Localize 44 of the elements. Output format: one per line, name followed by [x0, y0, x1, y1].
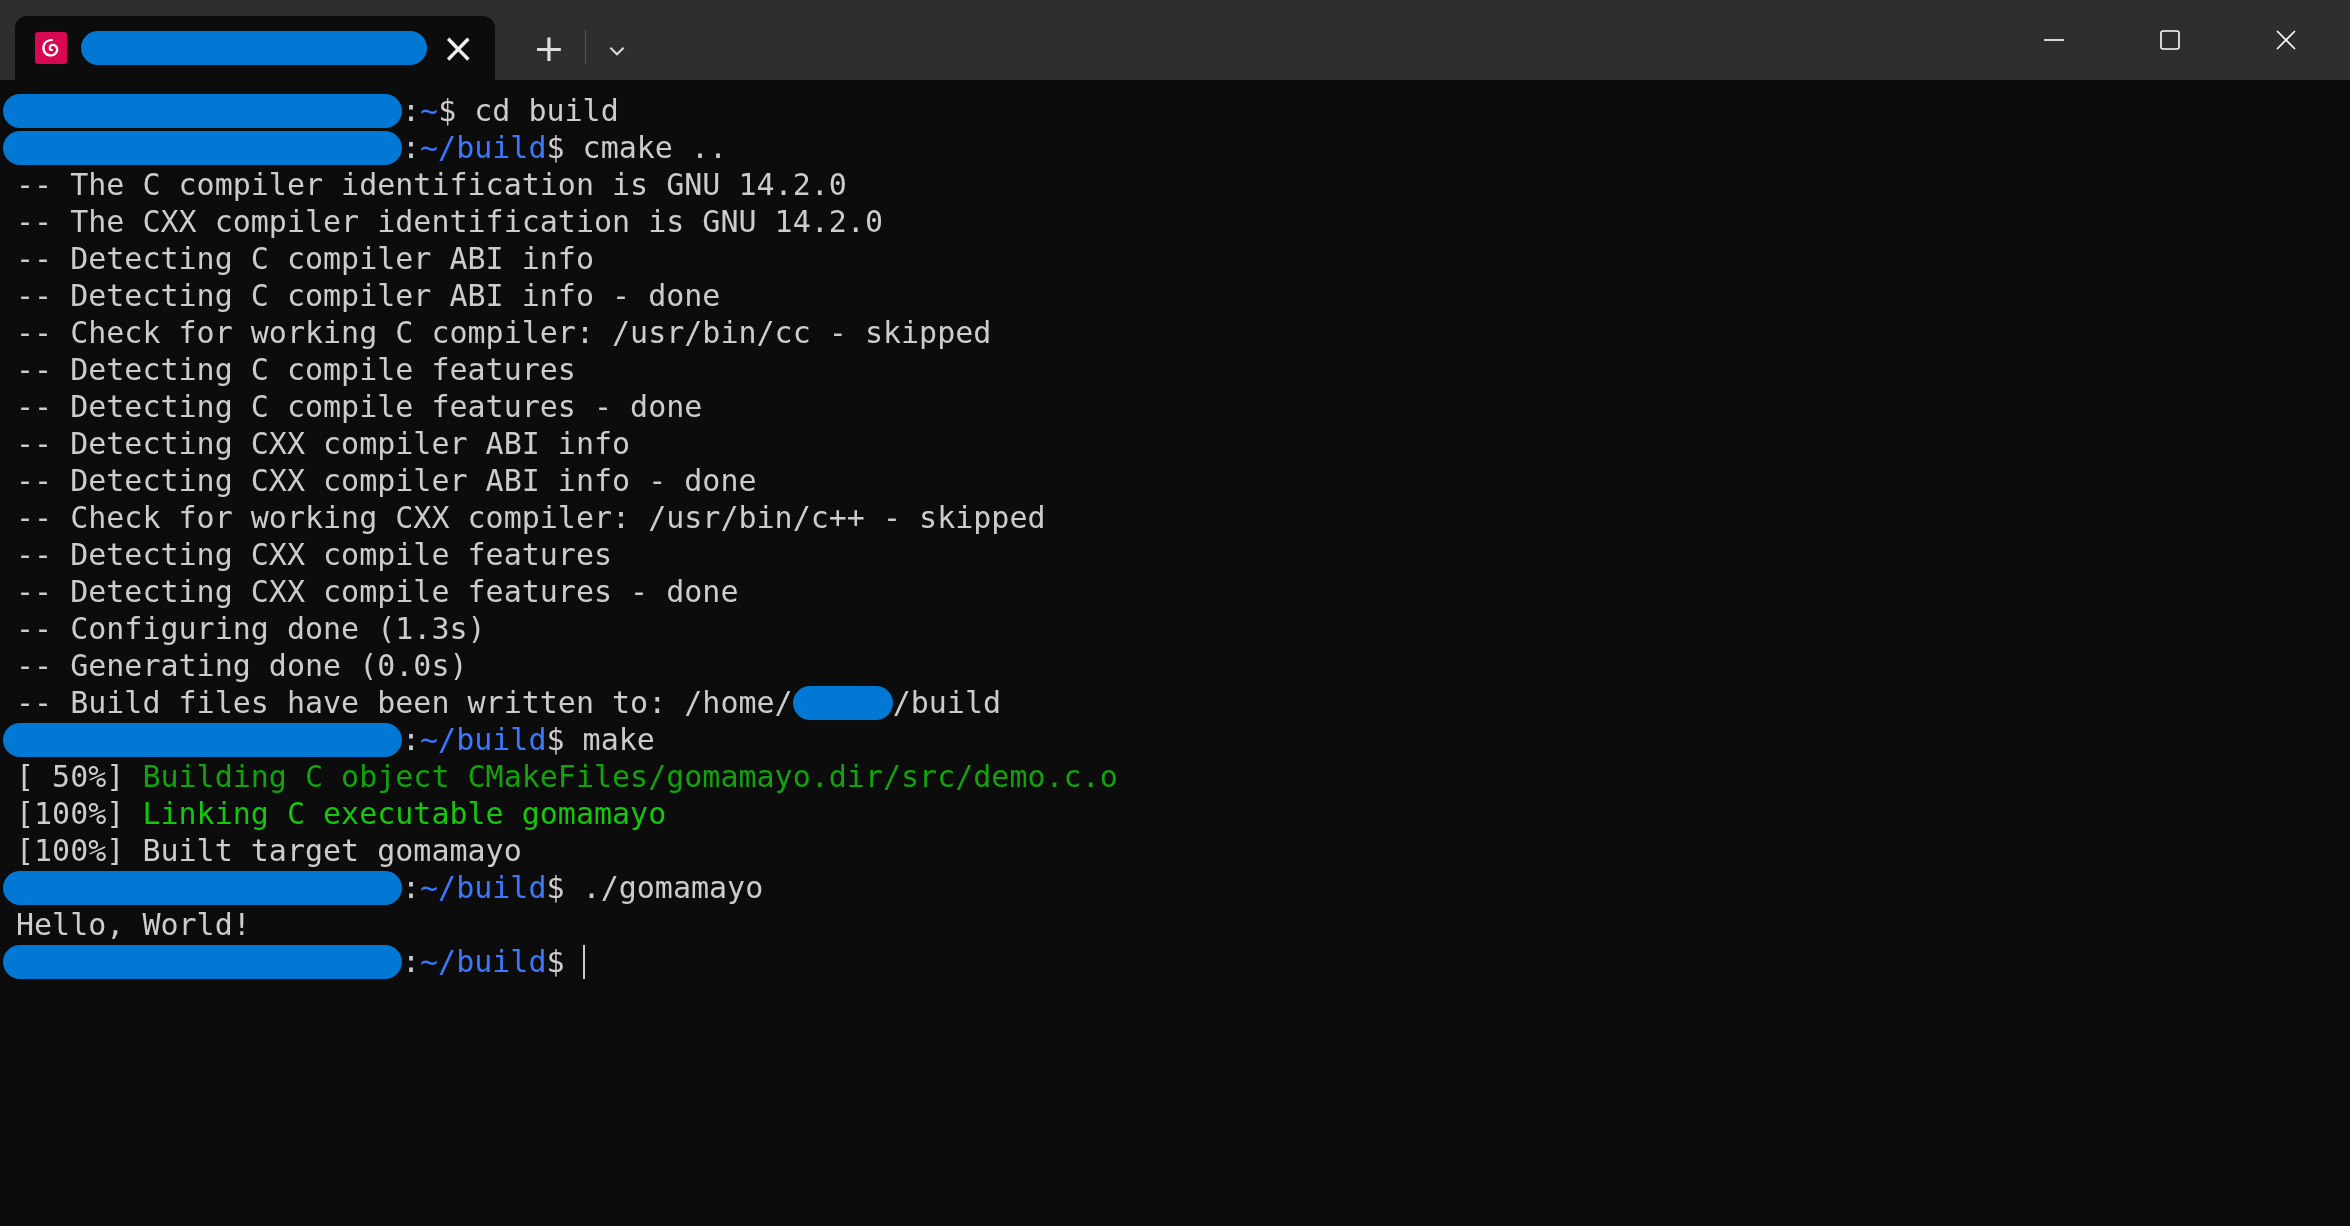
prompt-path: ~/build: [420, 129, 547, 166]
terminal-text: [ 50%]: [15, 758, 126, 795]
terminal-text: -- Detecting CXX compile features: [15, 536, 613, 573]
maximize-icon[interactable]: [2158, 28, 2182, 52]
terminal-text: Building C object CMakeFiles/gomamayo.dir/src/demo.c.o: [142, 758, 1118, 795]
terminal-text: -- Detecting C compiler ABI info: [15, 240, 594, 277]
terminal-text: $ cmake ..: [546, 129, 728, 166]
terminal-text: $ cd build: [438, 92, 619, 129]
terminal-text: /build: [892, 684, 1002, 721]
terminal-text: :: [402, 721, 421, 758]
terminal-text: -- Check for working C compiler: /usr/bin/cc - skipped: [15, 314, 992, 351]
prompt-path: ~: [420, 92, 439, 129]
terminal-text: Hello, World!: [15, 906, 251, 943]
terminal-text: [100%] Built target gomamayo: [15, 832, 522, 869]
terminal-text: -- Generating done (0.0s): [15, 647, 468, 684]
terminal-text: $ make: [546, 721, 655, 758]
terminal-text: Linking C executable gomamayo: [142, 795, 667, 832]
terminal-text: $ ./gomamayo: [546, 869, 764, 906]
terminal-text: -- Detecting C compiler ABI info - done: [15, 277, 721, 314]
terminal-text: [100%]: [15, 795, 126, 832]
terminal-text: :: [402, 943, 421, 980]
terminal-text: :: [402, 869, 421, 906]
prompt-path: ~/build: [420, 721, 547, 758]
terminal-tab[interactable]: ×: [15, 16, 495, 80]
terminal-text: :: [402, 92, 421, 129]
terminal-text: -- Detecting CXX compiler ABI info - done: [15, 462, 757, 499]
terminal-text: -- Detecting CXX compile features - done: [15, 573, 739, 610]
close-icon[interactable]: [2274, 28, 2298, 52]
terminal-text: -- Build files have been written to: /home/: [15, 684, 793, 721]
text-cursor: [582, 944, 585, 979]
terminal-text: -- Detecting CXX compiler ABI info: [15, 425, 631, 462]
swirl-logo-icon: [35, 32, 67, 64]
terminal-text: :: [402, 129, 421, 166]
terminal-text: -- Detecting C compile features - done: [15, 388, 703, 425]
terminal-text: -- Configuring done (1.3s): [15, 610, 486, 647]
close-tab-button[interactable]: ×: [441, 28, 475, 68]
terminal-text: -- Detecting C compile features: [15, 351, 576, 388]
terminal-text: -- Check for working CXX compiler: /usr/bin/c++ - skipped: [15, 499, 1046, 536]
prompt-path: ~/build: [420, 869, 547, 906]
terminal-text: $: [546, 943, 566, 980]
new-tab-button[interactable]: +: [533, 28, 565, 68]
terminal-text: -- The CXX compiler identification is GNU 14.2.0: [15, 203, 883, 240]
terminal-text: -- The C compiler identification is GNU 14.2.0: [15, 166, 847, 203]
prompt-path: ~/build: [420, 943, 547, 980]
